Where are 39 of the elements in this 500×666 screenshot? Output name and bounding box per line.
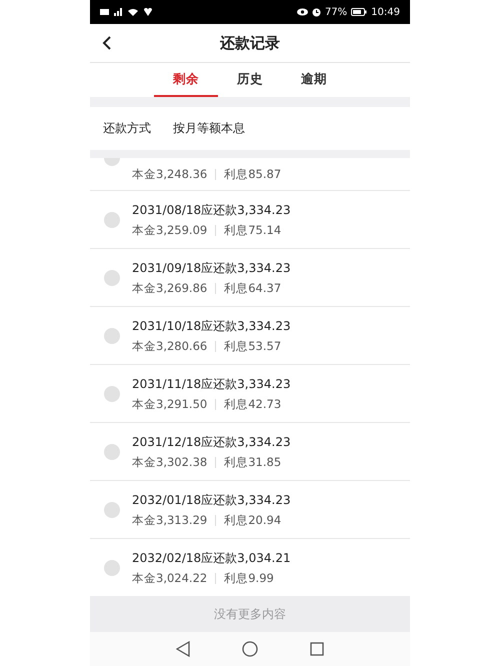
interest-amount: 利息42.73 — [224, 396, 282, 412]
eye-icon — [296, 8, 308, 16]
principal-amount: 本金3,302.38 — [132, 454, 208, 470]
end-of-list-text: 没有更多内容 — [214, 606, 286, 622]
page-title: 还款记录 — [220, 34, 280, 52]
principal-amount: 本金3,313.29 — [132, 512, 208, 528]
field-label: 还款方式 — [103, 120, 151, 137]
installment-title: 2031/09/18应还款3,334.23 — [132, 260, 291, 276]
principal-amount: 本金3,280.66 — [132, 338, 208, 354]
principal-amount: 本金3,269.86 — [132, 280, 208, 296]
home-nav-icon[interactable] — [242, 641, 258, 657]
installment-title: 2031/08/18应还款3,334.23 — [132, 202, 291, 218]
battery-icon — [351, 8, 368, 16]
installment-title: 2031/10/18应还款3,334.23 — [132, 318, 291, 334]
installment-title: 2031/11/18应还款3,334.23 — [132, 376, 291, 392]
installment-title: 2032/01/18应还款3,334.23 — [132, 492, 291, 508]
tab[interactable]: 历史 — [218, 63, 282, 97]
tab[interactable]: 逾期 — [282, 63, 346, 97]
principal-amount: 本金3,291.50 — [132, 396, 208, 412]
interest-amount: 利息20.94 — [224, 512, 282, 528]
battery-percentage: 77% — [324, 6, 348, 18]
field-value: 按月等额本息 — [173, 120, 245, 137]
interest-amount: 利息85.87 — [224, 166, 282, 182]
principal-amount: 本金3,248.36 — [132, 166, 208, 182]
interest-amount: 利息64.37 — [224, 280, 282, 296]
recents-nav-icon[interactable] — [310, 642, 324, 656]
installment-title: 2032/02/18应还款3,034.21 — [132, 550, 291, 566]
clock-time: 10:49 — [371, 6, 400, 18]
interest-amount: 利息9.99 — [224, 570, 274, 586]
tab[interactable]: 剩余 — [154, 63, 218, 97]
principal-amount: 本金3,259.09 — [132, 222, 208, 238]
interest-amount: 利息75.14 — [224, 222, 282, 238]
principal-amount: 本金3,024.22 — [132, 570, 208, 586]
back-icon[interactable] — [102, 36, 112, 50]
back-nav-icon[interactable] — [176, 641, 190, 657]
installment-title: 2031/12/18应还款3,334.23 — [132, 434, 291, 450]
alarm-icon — [312, 8, 321, 16]
interest-amount: 利息31.85 — [224, 454, 282, 470]
interest-amount: 利息53.57 — [224, 338, 282, 354]
